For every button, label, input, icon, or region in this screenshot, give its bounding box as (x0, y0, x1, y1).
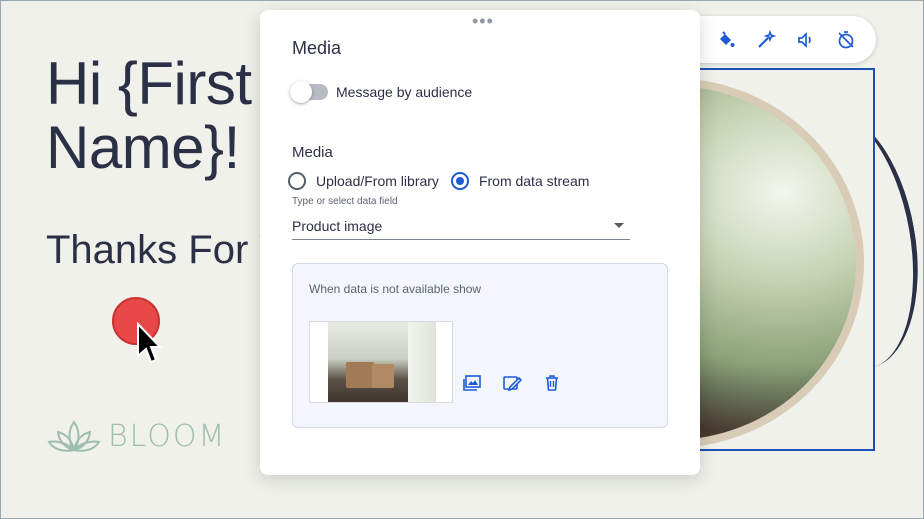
logo-text: BLOOM (108, 418, 227, 454)
effects-button[interactable] (746, 20, 786, 60)
media-section-title: Media (292, 144, 333, 161)
timer-off-icon (838, 30, 854, 48)
thanks-text: Thanks For Y (46, 228, 286, 272)
radio-from-data-stream[interactable]: From data stream (450, 172, 590, 190)
replace-image-button[interactable] (461, 372, 483, 394)
lotus-icon (47, 420, 101, 452)
photo-detail (408, 322, 436, 402)
caret-down-icon (614, 223, 624, 228)
timing-button[interactable] (826, 20, 866, 60)
data-field-label: Type or select data field (292, 196, 398, 207)
fill-color-button[interactable] (706, 20, 746, 60)
greeting-heading: Hi {First Name}! (46, 50, 252, 181)
bloom-logo: BLOOM (46, 418, 226, 454)
delete-icon (546, 375, 558, 391)
media-panel: ••• Media Message by audience Media Uplo… (260, 10, 700, 475)
toggle-knob (290, 81, 312, 103)
fallback-box: When data is not available show (292, 263, 668, 428)
mouse-pointer-icon (137, 322, 162, 364)
magic-wand-icon (758, 29, 776, 48)
media-source-radio-group: Upload/From library From data stream (288, 172, 601, 190)
edit-image-icon (503, 376, 522, 392)
fallback-label: When data is not available show (309, 282, 482, 296)
toggle-label: Message by audience (336, 84, 473, 100)
fallback-image-thumbnail[interactable] (309, 321, 453, 403)
message-by-audience-toggle[interactable] (290, 81, 328, 103)
image-library-icon (463, 375, 481, 391)
radio-circle-checked (450, 172, 469, 190)
drag-handle-icon[interactable]: ••• (472, 12, 494, 30)
volume-icon (798, 31, 811, 48)
delete-image-button[interactable] (541, 372, 563, 394)
thumbnail-photo (328, 322, 436, 402)
panel-title: Media (292, 38, 342, 58)
edit-image-button[interactable] (501, 372, 523, 394)
photo-detail (372, 364, 394, 388)
radio-label: Upload/From library (316, 173, 439, 189)
data-field-select[interactable]: Product image (292, 213, 630, 240)
circular-photo (688, 78, 864, 448)
radio-circle (288, 172, 306, 190)
selected-image-frame[interactable] (686, 68, 875, 451)
radio-label: From data stream (478, 173, 590, 189)
audio-button[interactable] (786, 20, 826, 60)
fallback-actions (461, 372, 581, 394)
paint-bucket-icon (720, 30, 735, 47)
radio-upload-from-library[interactable]: Upload/From library (288, 172, 439, 190)
audience-toggle-row: Message by audience (290, 81, 473, 103)
data-field-value: Product image (292, 218, 383, 234)
photo-detail (346, 362, 374, 388)
